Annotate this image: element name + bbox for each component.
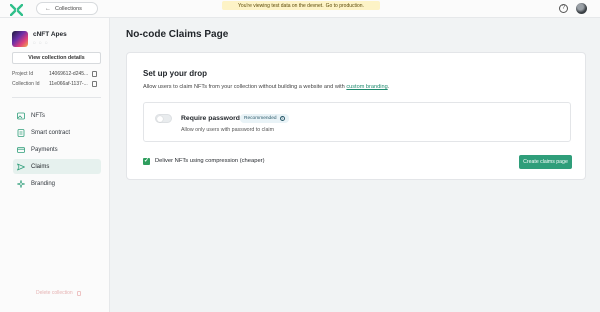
- arrow-left-icon: ←: [45, 5, 51, 12]
- require-password-toggle[interactable]: [155, 114, 172, 123]
- card-title: Set up your drop: [143, 69, 207, 78]
- delete-collection-button[interactable]: Delete collection: [36, 290, 81, 296]
- user-avatar[interactable]: [576, 3, 587, 14]
- view-collection-details-button[interactable]: View collection details: [12, 52, 101, 64]
- custom-branding-link[interactable]: custom branding: [346, 84, 387, 90]
- sidebar-item-claims[interactable]: Claims: [13, 159, 101, 174]
- devnet-notice-banner: You're viewing test data on the devnet. …: [222, 1, 380, 10]
- description-suffix: .: [387, 84, 390, 90]
- sparkle-icon: [17, 179, 25, 188]
- sidebar-item-label: Claims: [31, 163, 50, 170]
- collection-id-value: 11e066af-1137-...: [49, 81, 88, 87]
- trash-icon: [76, 290, 81, 296]
- collection-name: cNFT Apes: [33, 31, 67, 38]
- notice-text: You're viewing test data on the devnet.: [238, 2, 324, 9]
- sidebar-item-label: Branding: [31, 180, 56, 187]
- sidebar-item-label: Payments: [31, 146, 58, 153]
- card-icon: [17, 146, 25, 154]
- help-icon[interactable]: ?: [559, 4, 568, 13]
- sidebar-item-smart-contract[interactable]: Smart contract: [13, 125, 101, 140]
- send-icon: [17, 163, 25, 171]
- compression-label: Deliver NFTs using compression (cheaper): [155, 158, 265, 164]
- go-to-production-link[interactable]: Go to production.: [326, 3, 364, 9]
- sidebar-divider: [12, 97, 101, 98]
- crossmint-logo-icon[interactable]: [9, 3, 24, 17]
- delete-collection-label: Delete collection: [36, 290, 73, 296]
- compression-checkbox[interactable]: ✓: [143, 158, 150, 165]
- card-description: Allow users to claim NFTs from your coll…: [143, 84, 389, 90]
- copy-icon[interactable]: [92, 81, 97, 87]
- sidebar-item-nfts[interactable]: NFTs: [13, 108, 101, 123]
- sidebar-item-payments[interactable]: Payments: [13, 142, 101, 157]
- back-button-label: Collections: [55, 5, 82, 12]
- project-id-label: Project Id: [12, 71, 34, 77]
- collection-id-label: Collection Id: [12, 81, 40, 87]
- require-password-description: Allow only users with password to claim: [181, 127, 275, 133]
- require-password-label: Require password: [181, 115, 240, 122]
- recommended-badge-label: Recommended: [244, 116, 277, 121]
- require-password-box: Require password Recommended ? Allow onl…: [143, 102, 571, 142]
- create-claims-page-button[interactable]: Create claims page: [519, 155, 572, 169]
- sidebar-item-branding[interactable]: Branding: [13, 176, 101, 191]
- top-bar: ← Collections You're viewing test data o…: [0, 0, 600, 18]
- sidebar: cNFT Apes ◌ ◌ ◌ View collection details …: [0, 18, 110, 312]
- collection-avatar: [12, 31, 28, 47]
- page-title: No-code Claims Page: [126, 29, 229, 40]
- back-to-collections-button[interactable]: ← Collections: [36, 2, 98, 15]
- toggle-knob: [157, 116, 163, 122]
- collection-meta-icons: ◌ ◌ ◌: [33, 40, 49, 45]
- info-icon[interactable]: ?: [279, 116, 285, 121]
- copy-icon[interactable]: [92, 71, 97, 77]
- sidebar-item-label: Smart contract: [31, 129, 71, 136]
- sidebar-item-label: NFTs: [31, 112, 45, 119]
- image-icon: [17, 112, 25, 120]
- contract-icon: [17, 128, 25, 137]
- project-id-value: 14069612-d245...: [49, 71, 89, 77]
- recommended-badge: Recommended ?: [240, 114, 289, 123]
- setup-drop-card: Set up your drop Allow users to claim NF…: [126, 52, 586, 180]
- description-text: Allow users to claim NFTs from your coll…: [143, 84, 345, 90]
